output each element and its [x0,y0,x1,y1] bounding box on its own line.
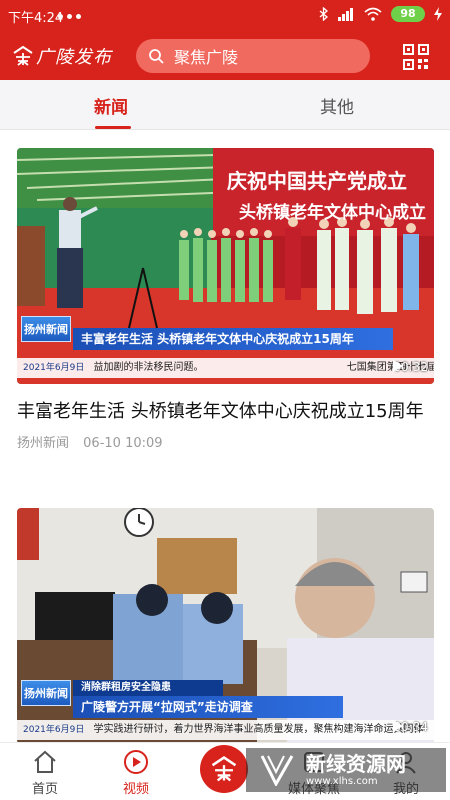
wifi-icon [364,7,382,21]
stage-subbanner-text: 头桥镇老年文体中心成立 [239,202,426,223]
tab-other[interactable]: 其他 [320,93,354,118]
search-placeholder: 聚焦广陵 [174,48,239,67]
station-logo: 扬州新闻 [21,316,71,342]
watermark: 新绿资源网 www.xlhs.com [246,748,446,792]
video-caption: 广陵警方开展“拉网式”走访调查 [73,696,343,718]
watermark-title: 新绿资源网 [306,752,406,776]
search-input[interactable]: 聚焦广陵 [136,39,370,73]
watermark-logo-icon [260,755,294,786]
play-icon [393,360,404,372]
news-item[interactable]: 扬州新闻 消除群租房安全隐患 广陵警方开展“拉网式”走访调查 2021年6月9日… [17,508,434,744]
video-duration: 00:34 [393,720,428,734]
logo-center-icon [211,756,237,782]
watermark-url: www.xlhs.com [306,776,378,787]
app-logo: 广陵发布 [12,40,132,72]
article-meta: 扬州新闻 06-10 10:09 [17,432,434,451]
article-title[interactable]: 丰富老年生活 头桥镇老年文体中心庆祝成立15周年 [17,398,429,426]
video-ticker: 2021年6月9日 学实践进行研讨，着力世界海洋事业高质量发展，聚焦构建海洋命运… [17,720,434,740]
logo-mark-icon [13,45,33,66]
app-header: 广陵发布 聚焦广陵 [0,32,450,80]
article-source: 扬州新闻 [17,436,70,451]
bluetooth-icon [319,7,328,21]
nav-label: 首页 [31,782,58,797]
tab-news[interactable]: 新闻 [94,93,128,118]
play-circle-icon [124,750,148,774]
category-tabs: 新闻 其他 [0,80,450,130]
station-logo: 扬州新闻 [21,680,71,706]
battery-indicator: 98 [391,6,425,22]
video-ticker: 2021年6月9日 益加剧的非法移民问题。 七国集团第四十七届峰会 [17,358,434,378]
ticker-date: 2021年6月9日 [23,363,85,373]
video-duration: 00:32 [393,360,428,374]
notification-dots-icon [58,14,84,20]
ticker-text: 学实践进行研讨，着力世界海洋事业高质量发展，聚焦构建海洋命运共同体 [93,724,424,735]
search-icon [149,49,164,64]
nav-video[interactable]: 视频 [106,749,166,797]
nav-label: 视频 [122,782,149,797]
article-time: 06-10 10:09 [83,436,163,451]
video-caption-top: 消除群租房安全隐患 [73,680,223,696]
stage-banner-text: 庆祝中国共产党成立 [227,169,407,193]
play-icon [393,720,404,732]
charging-icon [434,7,442,21]
status-icons: 98 [319,6,442,22]
ticker-text: 益加剧的非法移民问题。 [93,362,204,373]
status-bar: 下午4:24 98 [0,0,450,32]
status-time: 下午4:24 [8,11,64,26]
news-item[interactable]: 庆祝中国共产党成立 头桥镇老年文体中心成立 扬州新闻 丰富老年生活 头桥镇老年文… [17,148,434,451]
home-icon [34,750,56,773]
video-thumbnail[interactable]: 庆祝中国共产党成立 头桥镇老年文体中心成立 扬州新闻 丰富老年生活 头桥镇老年文… [17,148,434,384]
app-name: 广陵发布 [36,47,112,68]
signal-icon [338,8,353,21]
qr-code-icon[interactable] [403,44,429,70]
nav-center-logo-button[interactable] [200,745,248,793]
video-thumbnail[interactable]: 扬州新闻 消除群租房安全隐患 广陵警方开展“拉网式”走访调查 2021年6月9日… [17,508,434,744]
active-tab-indicator [95,126,131,129]
video-caption: 丰富老年生活 头桥镇老年文体中心庆祝成立15周年 [73,328,393,350]
nav-home[interactable]: 首页 [15,749,75,797]
ticker-date: 2021年6月9日 [23,725,85,735]
